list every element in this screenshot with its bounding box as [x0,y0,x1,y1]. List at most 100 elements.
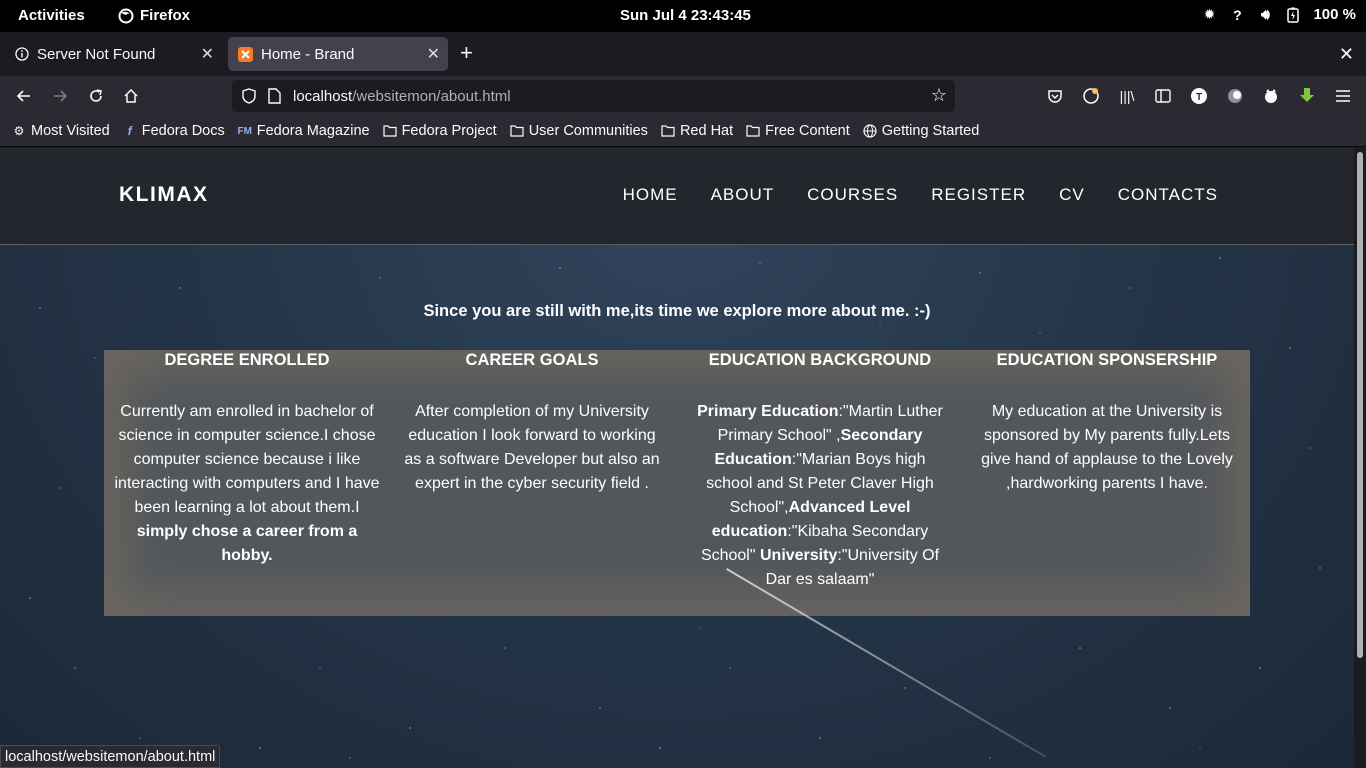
bookmark-label: User Communities [528,123,648,139]
github-extension-icon[interactable] [1259,84,1283,108]
url-path: /websitemon/about.html [352,88,511,105]
folder-icon [661,124,675,138]
folder-icon [510,124,524,138]
about-panel: DEGREE ENROLLED Currently am enrolled in… [104,350,1250,616]
bookmark-fedora-magazine[interactable]: FM Fedora Magazine [238,123,370,139]
bookmark-label: Red Hat [679,123,734,139]
folder-icon [382,124,397,138]
page-scrollbar[interactable] [1354,148,1366,768]
firefox-icon [118,8,134,23]
section-text: Primary Education:"Martin Luther Primary… [692,400,948,592]
section-title: EDUCATION BACKGROUND [708,351,932,369]
gear-icon: ⚙ [13,124,25,138]
fedora-icon: f [127,124,132,138]
bookmarks-toolbar: ⚙ Most Visited f Fedora Docs FM Fedora Maga… [0,116,1366,147]
nav-contacts[interactable]: CONTACTS [1118,185,1218,205]
shield-icon[interactable] [242,88,256,108]
tab-server-not-found[interactable]: Server Not Found ✕ [4,37,222,71]
battery-percent: 100 % [1313,6,1356,23]
tab-close-icon[interactable]: ✕ [427,44,440,64]
bookmark-red-hat[interactable]: Red Hat [661,123,733,139]
home-icon[interactable] [119,84,143,108]
bookmark-fedora-docs[interactable]: f Fedora Docs [123,123,225,139]
nav-home[interactable]: HOME [623,185,678,205]
volume-icon: 🔊︎ [1261,6,1270,22]
globe-icon [863,124,877,138]
bookmark-most-visited[interactable]: ⚙ Most Visited [12,123,110,139]
sync-icon[interactable] [1079,84,1103,108]
reload-icon[interactable] [84,84,108,108]
bookmark-fedora-project[interactable]: Fedora Project [382,123,497,139]
education-section: EDUCATION BACKGROUND Primary Education:"… [692,350,948,592]
bookmark-star-icon[interactable]: ☆ [931,85,947,106]
tab-strip: Server Not Found ✕ Home - Brand ✕ + ✕ [0,32,1366,76]
section-title: EDUCATION SPONSERSHIP [996,351,1218,369]
window-close-icon[interactable]: ✕ [1339,44,1354,65]
url-bar[interactable]: localhost/websitemon/about.html ☆ [232,80,955,112]
pocket-icon[interactable] [1043,84,1067,108]
nav-cv[interactable]: CV [1059,185,1085,205]
new-tab-button[interactable]: + [460,42,473,64]
tab-title: Server Not Found [37,45,156,63]
app-menu[interactable]: Firefox [118,7,190,24]
sidebar-icon[interactable] [1151,84,1175,108]
tab-title: Home - Brand [261,45,355,63]
section-text: Currently am enrolled in bachelor of sci… [112,400,382,568]
site-brand[interactable]: KLIMAX [119,183,209,207]
back-icon[interactable] [12,84,36,108]
site-nav: HOME ABOUT COURSES REGISTER CV CONTACTS [623,185,1218,205]
bookmark-free-content[interactable]: Free Content [746,123,850,139]
bookmark-label: Free Content [765,123,850,139]
library-icon[interactable]: |||\ [1115,84,1139,108]
xampp-icon [238,46,253,62]
site-header: KLIMAX HOME ABOUT COURSES REGISTER CV CO… [0,148,1354,245]
folder-icon [746,124,760,138]
forward-icon[interactable] [48,84,72,108]
primary-label: Primary Education [697,403,839,420]
tab-close-icon[interactable]: ✕ [201,44,214,64]
degree-text: Currently am enrolled in bachelor of sci… [114,403,380,516]
menu-hamburger-icon[interactable] [1331,84,1355,108]
bookmark-getting-started[interactable]: Getting Started [863,123,980,139]
brightness-icon: ✹ [1203,6,1216,22]
svg-text:T: T [1196,92,1202,103]
nav-about[interactable]: ABOUT [711,185,775,205]
section-title: CAREER GOALS [465,351,599,369]
extension-icon[interactable] [1223,84,1247,108]
bookmark-label: Fedora Docs [141,123,225,139]
scrollbar-thumb[interactable] [1357,152,1363,658]
app-name: Firefox [140,7,191,24]
degree-section: DEGREE ENROLLED Currently am enrolled in… [112,350,382,568]
nav-courses[interactable]: COURSES [807,185,898,205]
battery-icon [1285,7,1301,23]
page-icon[interactable] [268,88,281,108]
bookmark-label: Getting Started [881,123,980,139]
toolbar-icons: |||\ T [1043,84,1355,108]
degree-bold-text: simply chose a career from a hobby. [136,523,358,564]
bookmark-label: Fedora Magazine [256,123,370,139]
download-icon[interactable] [1295,84,1319,108]
info-icon [14,47,29,62]
gnome-top-bar: Activities Firefox Sun Jul 4 23:43:45 ✹ … [0,0,1366,32]
bookmark-label: Fedora Project [401,123,497,139]
section-text: My education at the University is sponso… [981,403,1233,492]
system-tray[interactable]: ✹ ? 🔊︎ 100 % [1201,6,1356,23]
university-label: University [759,547,838,564]
nav-toolbar: localhost/websitemon/about.html ☆ |||\ T [0,76,1366,116]
section-title: DEGREE ENROLLED [164,351,330,369]
nav-register[interactable]: REGISTER [931,185,1026,205]
bookmark-user-communities[interactable]: User Communities [510,123,648,139]
clock[interactable]: Sun Jul 4 23:43:45 [620,7,751,24]
page-viewport: KLIMAX HOME ABOUT COURSES REGISTER CV CO… [0,148,1354,768]
tab-home-brand[interactable]: Home - Brand ✕ [228,37,448,71]
activities-button[interactable]: Activities [18,7,85,24]
account-avatar-icon[interactable]: T [1187,84,1211,108]
url-host: localhost [293,88,353,105]
fm-icon: FM [237,125,252,137]
section-text: After completion of my University educat… [404,403,660,492]
sponsorship-section: EDUCATION SPONSERSHIP My education at th… [976,350,1238,496]
url-text[interactable]: localhost/websitemon/about.html [293,88,511,105]
career-section: CAREER GOALS After completion of my Univ… [400,350,664,496]
help-icon: ? [1233,6,1242,23]
link-status-bar: localhost/websitemon/about.html [0,745,221,768]
